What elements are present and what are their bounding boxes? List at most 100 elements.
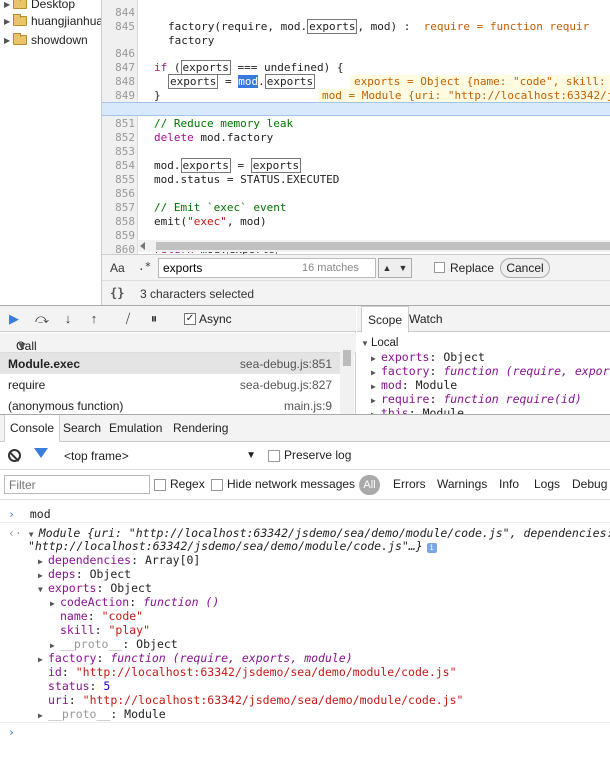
- tree-item-huangjianhua[interactable]: ▶ huangjianhua: [4, 12, 101, 30]
- property-key: __proto__: [48, 707, 111, 721]
- object-property: name: "code": [60, 609, 144, 623]
- line-number[interactable]: 845: [102, 20, 135, 34]
- object-property[interactable]: ▼ exports: Object: [38, 581, 152, 595]
- chevron-down-icon[interactable]: ▼: [38, 583, 48, 597]
- filter-input[interactable]: [4, 475, 150, 494]
- property-key: deps: [48, 567, 76, 581]
- tree-item-label: showdown: [31, 33, 88, 47]
- console-output[interactable]: › mod ‹· ▼ Module {uri: "http://localhost…: [0, 500, 610, 767]
- frame-location[interactable]: sea-debug.js:827: [240, 378, 332, 392]
- level-debug-button[interactable]: Debug: [572, 477, 607, 491]
- scrollbar-thumb[interactable]: [343, 350, 351, 366]
- code-line[interactable]: 855: [102, 159, 610, 186]
- property-value: function (require, exports, module): [110, 651, 353, 665]
- deactivate-breakpoints-icon[interactable]: ⧸: [120, 311, 136, 327]
- code-line[interactable]: 853 mod. exports = exports: [102, 131, 610, 173]
- next-match-icon[interactable]: ▼: [399, 263, 408, 273]
- console-result-summary[interactable]: ‹· ▼ Module {uri: "http://localhost:63342…: [8, 526, 610, 540]
- regex-toggle[interactable]: .*: [138, 260, 151, 273]
- tab-rendering[interactable]: Rendering: [168, 415, 233, 442]
- code-line[interactable]: 858: [102, 201, 610, 228]
- tab-watch[interactable]: Watch: [403, 306, 449, 332]
- tab-scope[interactable]: Scope: [361, 306, 410, 333]
- chevron-right-icon[interactable]: ▶: [4, 0, 13, 9]
- chevron-right-icon[interactable]: ▶: [38, 709, 48, 723]
- find-navigation[interactable]: ▲ ▼: [378, 258, 412, 278]
- object-property[interactable]: ▶ dependencies: Array[0]: [38, 553, 200, 567]
- object-property[interactable]: ▶ __proto__: Object: [50, 637, 178, 651]
- code-line[interactable]: 850 // Reduce memory leak: [102, 89, 610, 130]
- hide-network-checkbox[interactable]: [211, 479, 223, 491]
- code-line[interactable]: 857 emit("exec", mod): [102, 187, 610, 228]
- resume-icon[interactable]: ▶: [6, 311, 22, 327]
- call-frame[interactable]: (anonymous function) main.js:9: [0, 395, 340, 416]
- scope-local[interactable]: ▼ Local: [361, 336, 399, 350]
- console-prompt[interactable]: ›: [8, 725, 15, 739]
- filter-icon[interactable]: [34, 448, 48, 458]
- previous-match-icon[interactable]: ▲: [383, 263, 392, 273]
- info-icon[interactable]: i: [426, 543, 437, 553]
- object-property[interactable]: ▶ __proto__: Module: [38, 707, 166, 721]
- code-line[interactable]: 852: [102, 117, 610, 144]
- cancel-button[interactable]: Cancel: [500, 258, 550, 278]
- chevron-right-icon[interactable]: ▶: [4, 36, 13, 45]
- pretty-print-button[interactable]: {}: [110, 286, 124, 300]
- tab-search[interactable]: Search: [58, 415, 106, 442]
- code-line[interactable]: 854 mod.status = STATUS.EXECUTED: [102, 145, 610, 186]
- scope-entry[interactable]: ▶ exports: Object: [371, 350, 485, 364]
- scope-entry[interactable]: ▶ factory: function (require, exports: [371, 364, 610, 378]
- code-editor[interactable]: 844 factory(require, mod. exports, mod) :…: [102, 0, 610, 254]
- tab-console[interactable]: Console: [4, 415, 61, 442]
- match-case-toggle[interactable]: Aa: [110, 261, 125, 275]
- chevron-right-icon[interactable]: ▶: [50, 597, 60, 611]
- level-info-button[interactable]: Info: [499, 477, 519, 491]
- preserve-log-checkbox[interactable]: [268, 450, 280, 462]
- scope-entry-name: mod: [381, 378, 402, 392]
- chevron-right-icon[interactable]: ▶: [38, 653, 48, 667]
- scrollbar-thumb[interactable]: [156, 242, 610, 250]
- file-navigator: ▶ Desktop ▶ huangjianhua ▶ showdown: [0, 0, 102, 305]
- replace-checkbox[interactable]: [434, 262, 445, 273]
- code-line[interactable]: 849: [102, 75, 610, 102]
- find-bar: Aa .* 16 matches ▲ ▼ Replace Cancel: [102, 254, 610, 280]
- call-frame[interactable]: require sea-debug.js:827: [0, 374, 340, 395]
- async-checkbox[interactable]: ✓: [184, 313, 196, 325]
- level-errors-button[interactable]: Errors: [393, 477, 426, 491]
- frame-function: (anonymous function): [8, 399, 124, 413]
- level-warnings-button[interactable]: Warnings: [437, 477, 487, 491]
- regex-checkbox[interactable]: [154, 479, 166, 491]
- code-line[interactable]: 856 // Emit `exec` event: [102, 173, 610, 214]
- frame-location[interactable]: main.js:9: [284, 399, 332, 413]
- property-key: __proto__: [60, 637, 123, 651]
- level-logs-button[interactable]: Logs: [534, 477, 560, 491]
- pause-on-exceptions-icon[interactable]: ⏸: [146, 311, 162, 327]
- tab-emulation[interactable]: Emulation: [104, 415, 167, 442]
- code-line[interactable]: 846 if (exports === undefined) { exports…: [102, 33, 610, 89]
- call-frame[interactable]: Module.exec sea-debug.js:851: [0, 353, 340, 374]
- step-over-icon[interactable]: ⤼: [34, 311, 50, 327]
- code-line[interactable]: 859 return mod.exports: [102, 215, 610, 254]
- scope-entry-value: function require(id): [443, 392, 582, 406]
- chevron-right-icon[interactable]: ▶: [4, 17, 13, 26]
- horizontal-scrollbar[interactable]: [138, 240, 610, 252]
- object-property: status: 5: [48, 679, 111, 693]
- call-stack-scrollbar[interactable]: [340, 346, 354, 414]
- object-property[interactable]: ▶ factory: function (require, exports, mo…: [38, 651, 353, 665]
- object-property[interactable]: ▶ deps: Object: [38, 567, 131, 581]
- current-execution-line[interactable]: 851 delete mod.factory: [102, 102, 610, 144]
- step-into-icon[interactable]: ↓: [60, 311, 76, 327]
- scope-entry[interactable]: ▶ require: function require(id): [371, 392, 582, 406]
- level-all-button[interactable]: All: [359, 475, 380, 495]
- code-line[interactable]: 847 exports = mod. exports mod = Module {…: [102, 47, 610, 103]
- frame-location[interactable]: sea-debug.js:851: [240, 357, 332, 371]
- scope-entry[interactable]: ▶ mod: Module: [371, 378, 457, 392]
- tree-item-showdown[interactable]: ▶ showdown: [4, 31, 88, 49]
- code-line[interactable]: 845 factory: [102, 6, 610, 47]
- step-out-icon[interactable]: ↑: [86, 311, 102, 327]
- scroll-left-icon[interactable]: [140, 242, 145, 250]
- code-line[interactable]: 848 }: [102, 61, 610, 102]
- call-stack-header[interactable]: ▼Call Stack: [0, 333, 356, 367]
- clear-console-icon[interactable]: [8, 449, 21, 462]
- object-property[interactable]: ▶ codeAction: function (): [50, 595, 219, 609]
- frame-select[interactable]: <top frame> ▼: [58, 447, 258, 465]
